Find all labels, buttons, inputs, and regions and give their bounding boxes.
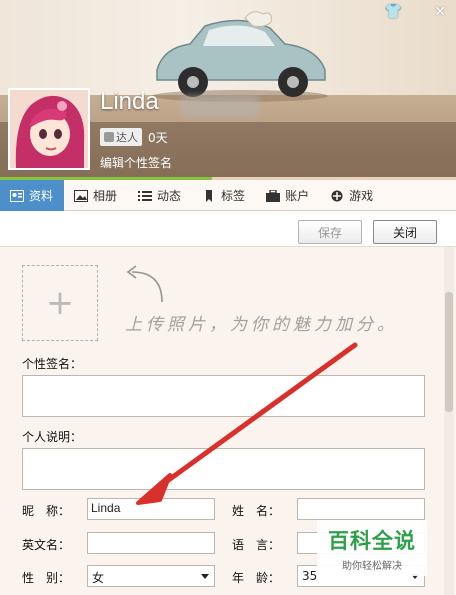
age-label: 年 龄： <box>232 571 281 585</box>
blurred-region <box>180 95 260 117</box>
intro-label: 个人说明： <box>22 430 83 444</box>
intro-textarea[interactable] <box>22 448 425 490</box>
toy-car-photo <box>152 11 328 102</box>
tab-label: 标签 <box>221 189 246 203</box>
save-button[interactable]: 保存 <box>298 220 362 244</box>
tab-album[interactable]: 相册 <box>64 180 128 211</box>
active-days: 0天 <box>148 130 168 145</box>
level-badge[interactable]: 达人 <box>100 128 142 146</box>
gender-label: 性 别： <box>22 571 71 585</box>
nickname-input[interactable]: Linda <box>87 498 215 520</box>
form-scrollbar[interactable] <box>444 247 454 595</box>
username: Linda <box>100 88 159 115</box>
english-name-label: 英文名： <box>22 538 71 552</box>
profile-card-icon <box>10 189 24 202</box>
realname-input[interactable] <box>297 498 425 520</box>
watermark-title: 百科全说 <box>328 528 416 553</box>
game-icon <box>331 190 343 201</box>
plus-icon: + <box>45 283 75 323</box>
photo-album-icon <box>74 189 89 202</box>
gender-value: 女 <box>92 571 105 585</box>
close-button[interactable]: 关闭 <box>373 220 437 244</box>
realname-label: 姓 名： <box>232 504 281 518</box>
close-icon[interactable]: ✕ <box>434 4 446 20</box>
tab-tags[interactable]: 标签 <box>192 180 256 211</box>
tab-label: 资料 <box>29 189 54 203</box>
tab-account[interactable]: 账户 <box>256 180 320 211</box>
avatar[interactable] <box>8 88 90 170</box>
tab-label: 账户 <box>285 189 310 203</box>
watermark-logo: 百科全说 助你轻松解决 <box>317 520 427 576</box>
curved-arrow-icon <box>126 265 163 303</box>
upload-photo-box[interactable]: + <box>22 265 98 341</box>
tab-profile[interactable]: 资料 <box>0 180 65 211</box>
level-label: 达人 <box>116 131 138 144</box>
nickname-label: 昵 称： <box>22 504 71 518</box>
edit-signature-link[interactable]: 编辑个性签名 <box>100 154 172 171</box>
tab-label: 动态 <box>157 189 182 203</box>
english-name-input[interactable] <box>87 532 215 554</box>
upload-photo-hint: 上传照片，为你的魅力加分。 <box>125 315 398 335</box>
tab-bar: 资料 相册 动态 标签 账户 游戏 <box>0 180 456 211</box>
tab-label: 游戏 <box>349 189 374 203</box>
signature-label: 个性签名： <box>22 357 83 371</box>
level-row: 达人 0天 <box>100 128 168 146</box>
watermark-subtitle: 助你轻松解决 <box>342 560 402 572</box>
avatar-image <box>10 90 88 168</box>
list-icon <box>138 190 153 201</box>
scrollbar-thumb[interactable] <box>445 292 453 412</box>
language-label: 语 言： <box>232 538 281 552</box>
tab-label: 相册 <box>93 189 118 203</box>
tab-games[interactable]: 游戏 <box>320 180 384 211</box>
level-icon <box>104 132 114 142</box>
action-toolbar: 保存 关闭 <box>0 211 456 247</box>
profile-header: 👕 ✕ Linda 达人 0天 编辑个性签名 <box>0 0 456 180</box>
chevron-down-icon <box>201 574 209 579</box>
window-controls: 👕 ✕ <box>385 4 446 20</box>
signature-textarea[interactable] <box>22 375 425 417</box>
bookmark-icon <box>206 189 213 202</box>
tab-feed[interactable]: 动态 <box>128 180 192 211</box>
gender-select[interactable]: 女 <box>87 565 215 587</box>
briefcase-icon <box>266 189 281 202</box>
skin-shirt-icon[interactable]: 👕 <box>385 4 402 20</box>
age-value: 35 <box>302 569 318 583</box>
